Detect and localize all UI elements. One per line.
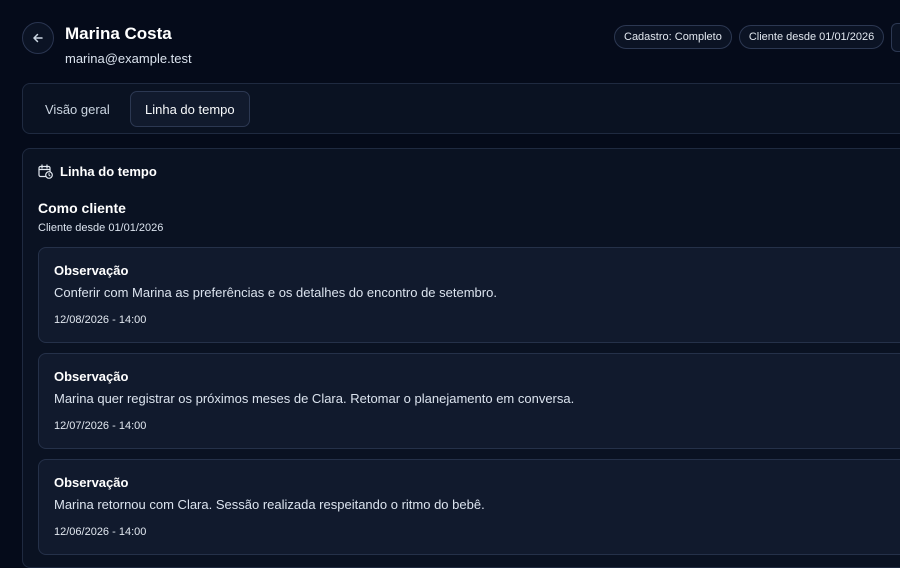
- entry-title: Observação: [54, 369, 129, 384]
- status-badge-cadastro: Cadastro: Completo: [614, 25, 732, 49]
- back-button[interactable]: [22, 22, 54, 54]
- status-badges: Cadastro: Completo Cliente desde 01/01/2…: [614, 23, 900, 52]
- entry-text: Marina retornou com Clara. Sessão realiz…: [54, 497, 485, 512]
- entry-date: 12/07/2026 - 14:00: [54, 420, 147, 432]
- entry-title: Observação: [54, 475, 129, 490]
- group-subtitle: Cliente desde 01/01/2026: [38, 222, 164, 234]
- tab-bar: Visão geral Linha do tempo: [22, 83, 900, 134]
- entry-text: Marina quer registrar os próximos meses …: [54, 391, 575, 406]
- header-action-button[interactable]: [891, 23, 900, 52]
- client-name: Marina Costa: [65, 24, 172, 43]
- client-email: marina@example.test: [65, 51, 192, 66]
- arrow-left-icon: [33, 33, 43, 43]
- calendar-clock-icon: [38, 164, 53, 179]
- group-title: Como cliente: [38, 200, 126, 216]
- timeline-panel: Linha do tempo Como cliente Cliente desd…: [22, 148, 900, 568]
- status-badge-cliente-desde: Cliente desde 01/01/2026: [738, 25, 885, 49]
- timeline-entry: Observação Conferir com Marina as prefer…: [38, 247, 900, 343]
- entry-date: 12/06/2026 - 14:00: [54, 526, 147, 538]
- entry-title: Observação: [54, 263, 129, 278]
- timeline-title: Linha do tempo: [60, 164, 157, 179]
- timeline-entry: Observação Marina quer registrar os próx…: [38, 353, 900, 449]
- entry-date: 12/08/2026 - 14:00: [54, 314, 147, 326]
- tab-linha-do-tempo[interactable]: Linha do tempo: [130, 91, 250, 127]
- profile-header: Marina Costa marina@example.test Cadastr…: [0, 0, 900, 80]
- timeline-entry: Observação Marina retornou com Clara. Se…: [38, 459, 900, 555]
- tab-visao-geral[interactable]: Visão geral: [31, 91, 124, 127]
- timeline-header: Linha do tempo: [38, 164, 157, 179]
- entry-text: Conferir com Marina as preferências e os…: [54, 285, 497, 300]
